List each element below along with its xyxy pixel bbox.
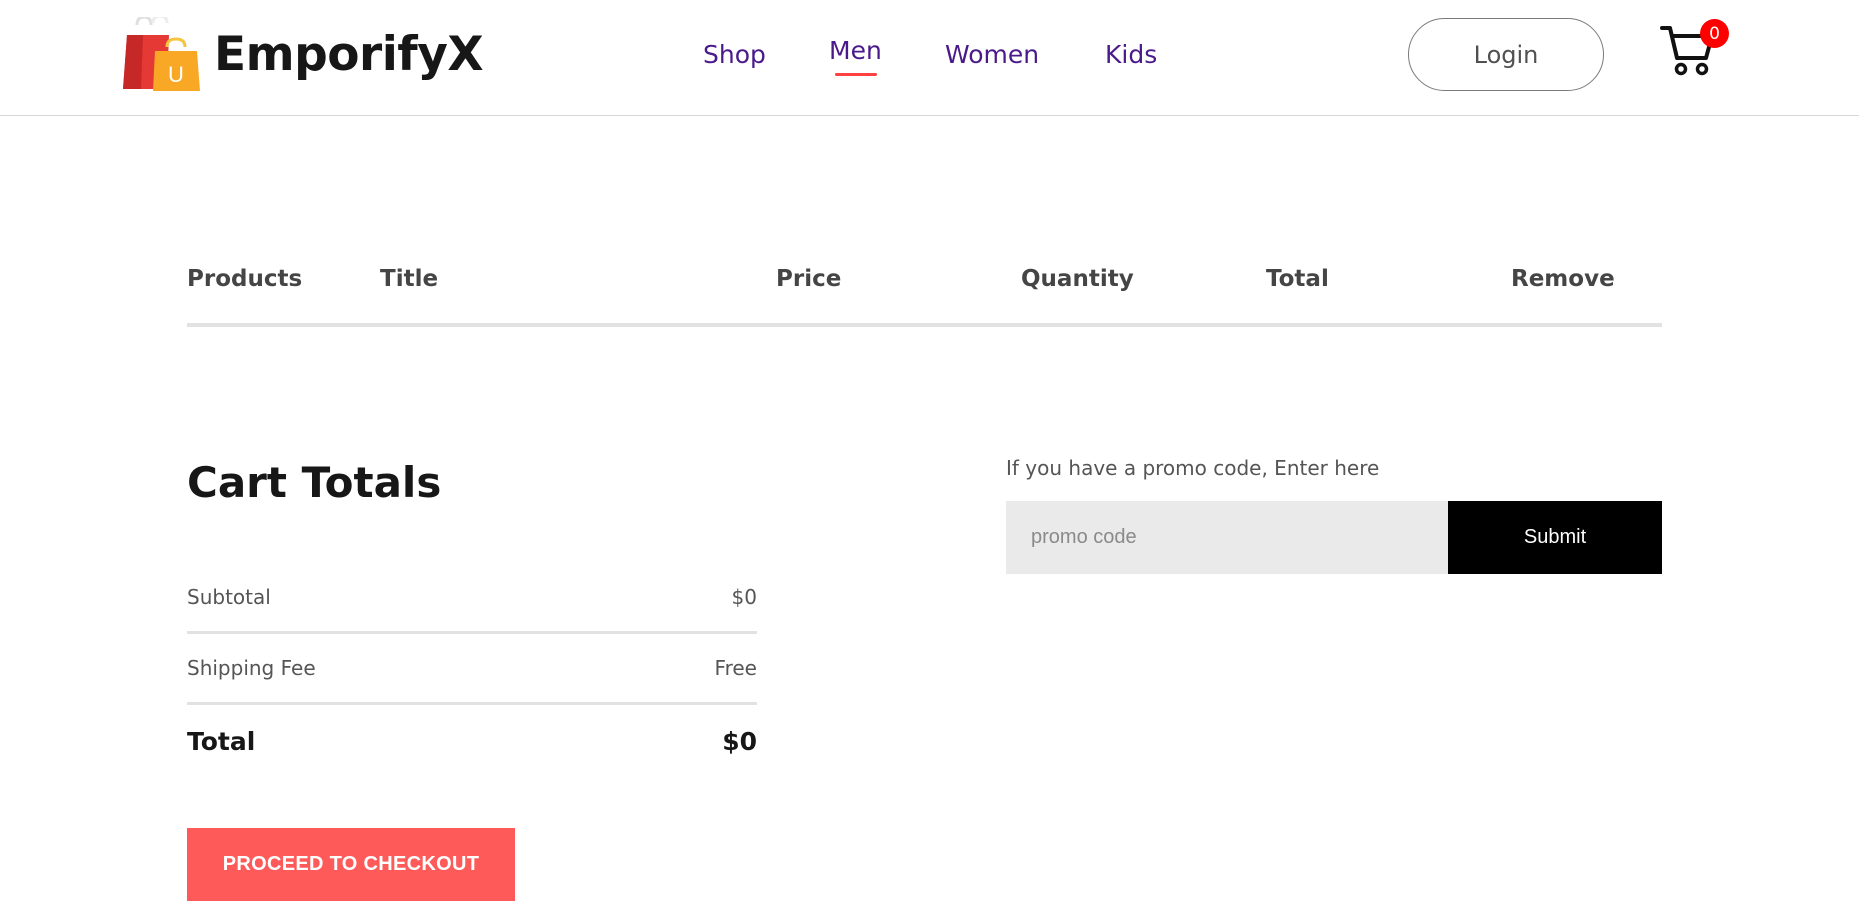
cart-totals-title: Cart Totals [187,458,442,507]
total-label: Total [187,726,256,756]
navbar: U EmporifyX Shop Men Women Kids Login 0 [0,0,1859,116]
promo-submit-button[interactable]: Submit [1448,501,1662,574]
column-header-products: Products [187,266,303,292]
nav-item-women[interactable]: Women [945,40,1039,69]
shipping-row: Shipping Fee Free [187,652,757,684]
total-row: Total $0 [187,725,757,757]
column-header-price: Price [776,266,842,292]
active-nav-underline [835,73,877,76]
table-header-divider [187,323,1662,327]
nav-item-kids[interactable]: Kids [1105,40,1157,69]
shipping-label: Shipping Fee [187,656,316,680]
promo-code-label: If you have a promo code, Enter here [1006,456,1380,480]
shipping-value: Free [714,656,757,680]
promo-code-box: Submit [1006,501,1662,574]
column-header-remove: Remove [1511,266,1615,292]
column-header-total: Total [1266,266,1329,292]
nav-item-men[interactable]: Men [829,36,882,65]
subtotal-row: Subtotal $0 [187,581,757,613]
proceed-to-checkout-button[interactable]: PROCEED TO CHECKOUT [187,828,515,901]
column-header-quantity: Quantity [1021,266,1134,292]
totals-divider [187,702,757,705]
login-button[interactable]: Login [1408,18,1604,91]
subtotal-value: $0 [731,585,757,609]
totals-divider [187,631,757,634]
subtotal-label: Subtotal [187,585,271,609]
column-header-title: Title [380,266,439,292]
nav-item-shop[interactable]: Shop [703,40,766,69]
promo-code-input[interactable] [1006,501,1448,574]
cart-count-badge: 0 [1700,19,1729,48]
cart-table-header: Products Title Price Quantity Total Remo… [187,266,1662,302]
total-value: $0 [722,726,757,756]
